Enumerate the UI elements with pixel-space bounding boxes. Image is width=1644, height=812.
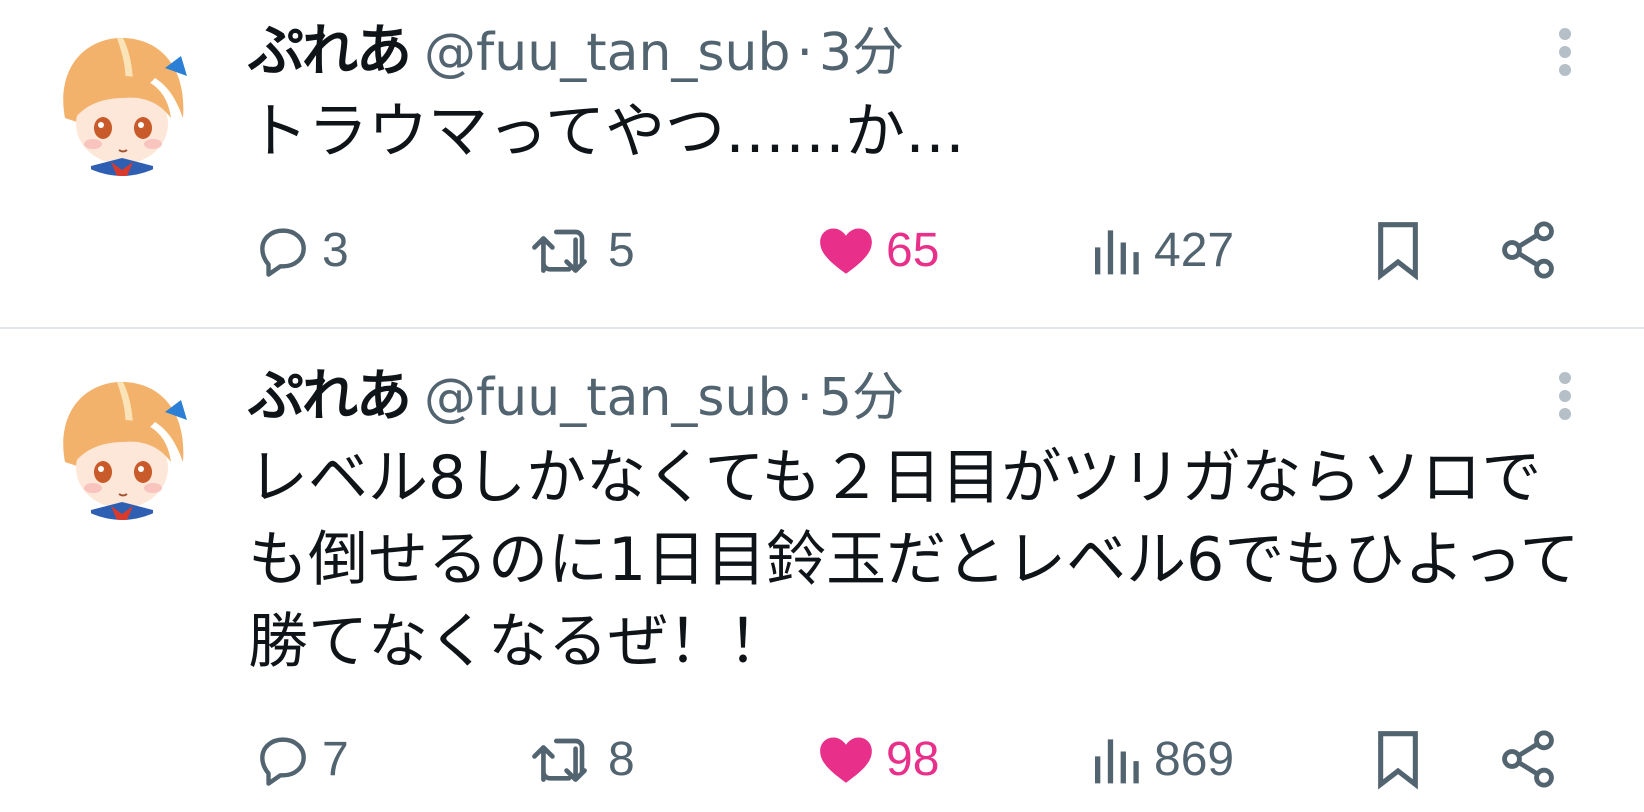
reply-count: 3 [322, 223, 349, 277]
bookmark-icon [1378, 731, 1418, 790]
handle[interactable]: @fuu_tan_sub [424, 23, 791, 83]
share-icon [1502, 221, 1554, 279]
retweet-button[interactable]: 5 [528, 215, 635, 285]
bookmark-icon [1378, 222, 1418, 281]
reply-button[interactable]: 7 [252, 724, 349, 794]
views-icon [1095, 739, 1139, 784]
avatar[interactable] [47, 370, 197, 520]
like-count: 98 [886, 732, 940, 786]
views-icon [1095, 230, 1139, 275]
heart-icon [820, 737, 872, 783]
like-count: 65 [886, 223, 940, 277]
timestamp[interactable]: 3分 [819, 23, 904, 83]
bookmark-button[interactable] [1366, 724, 1430, 794]
tweet-header: ぷれあ @fuu_tan_sub · 3分 [248, 24, 904, 80]
views-count: 869 [1154, 732, 1235, 786]
retweet-button[interactable]: 8 [528, 724, 635, 794]
views-button[interactable]: 869 [1088, 724, 1234, 794]
reply-icon [260, 228, 306, 277]
share-button[interactable] [1496, 724, 1560, 794]
reply-button[interactable]: 3 [252, 215, 349, 285]
views-count: 427 [1154, 223, 1235, 277]
reply-count: 7 [322, 732, 349, 786]
tweet[interactable]: ぷれあ @fuu_tan_sub · 3分 トラウマってやつ……か… 3 5 65 4… [0, 0, 1644, 328]
separator-dot: · [796, 23, 814, 83]
like-button[interactable]: 98 [814, 724, 939, 794]
tweet-header: ぷれあ @fuu_tan_sub · 5分 [248, 369, 904, 425]
heart-icon [820, 228, 872, 274]
action-bar: 3 5 65 427 [248, 215, 1608, 285]
retweet-icon [532, 229, 587, 273]
display-name[interactable]: ぷれあ [248, 364, 412, 429]
more-button[interactable] [1548, 372, 1582, 432]
reply-icon [260, 737, 306, 786]
more-icon [1548, 28, 1582, 76]
retweet-count: 8 [608, 732, 635, 786]
retweet-count: 5 [608, 223, 635, 277]
more-icon [1548, 372, 1582, 420]
display-name[interactable]: ぷれあ [248, 19, 412, 84]
share-icon [1502, 730, 1554, 788]
tweet[interactable]: ぷれあ @fuu_tan_sub · 5分 レベル8しかなくても２日目がツリガならソロ… [0, 329, 1644, 812]
bookmark-button[interactable] [1366, 215, 1430, 285]
timestamp[interactable]: 5分 [819, 368, 904, 428]
avatar-icon [47, 370, 197, 520]
avatar-icon [47, 26, 197, 176]
avatar[interactable] [47, 26, 197, 176]
views-button[interactable]: 427 [1088, 215, 1234, 285]
share-button[interactable] [1496, 215, 1560, 285]
separator-dot: · [796, 368, 814, 428]
handle[interactable]: @fuu_tan_sub [424, 368, 791, 428]
like-button[interactable]: 65 [814, 215, 939, 285]
retweet-icon [532, 738, 587, 782]
tweet-text: レベル8しかなくても２日目がツリガならソロでも倒せるのに1日目鈴玉だとレベル6で… [248, 443, 1580, 677]
action-bar: 7 8 98 869 [248, 724, 1608, 794]
more-button[interactable] [1548, 28, 1582, 88]
tweet-text: トラウマってやつ……か… [248, 97, 965, 167]
